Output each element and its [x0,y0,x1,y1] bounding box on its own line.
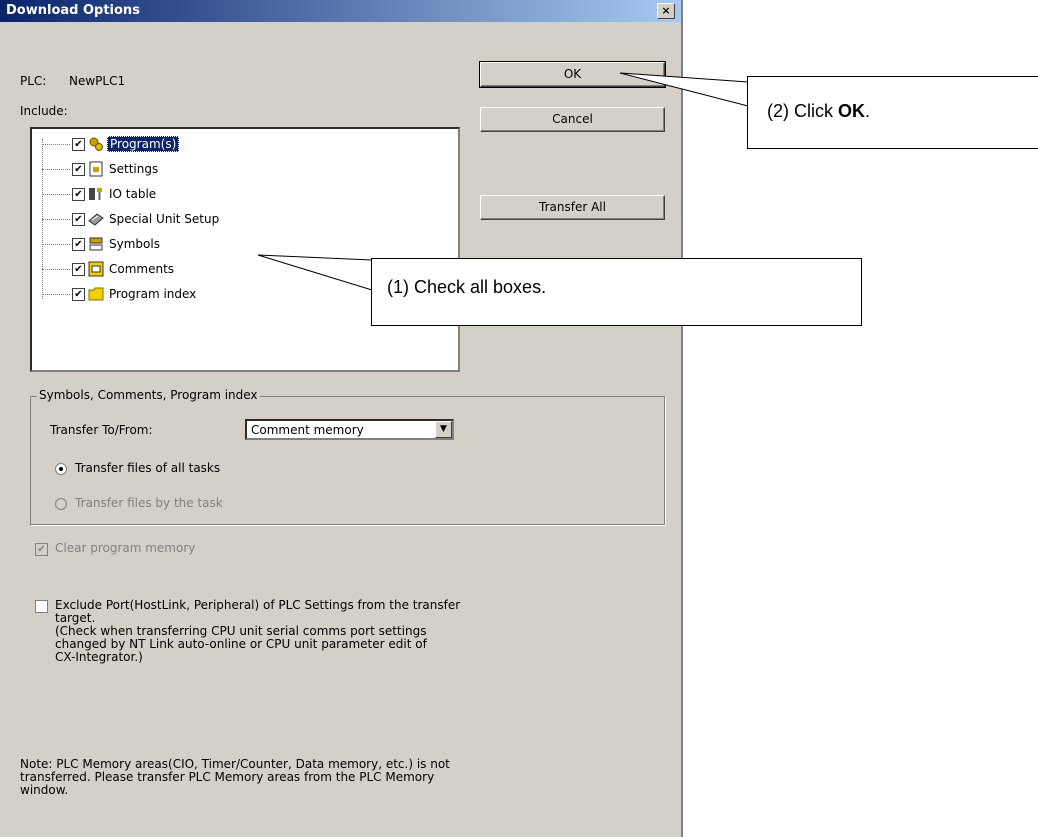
callout-check-all: (1) Check all boxes. [371,258,862,326]
callout-check-all-text: (1) Check all boxes. [387,277,547,297]
callout-click-ok-text: (2) Click OK. [767,101,871,121]
callout-click-ok: (2) Click OK. [747,76,1038,149]
